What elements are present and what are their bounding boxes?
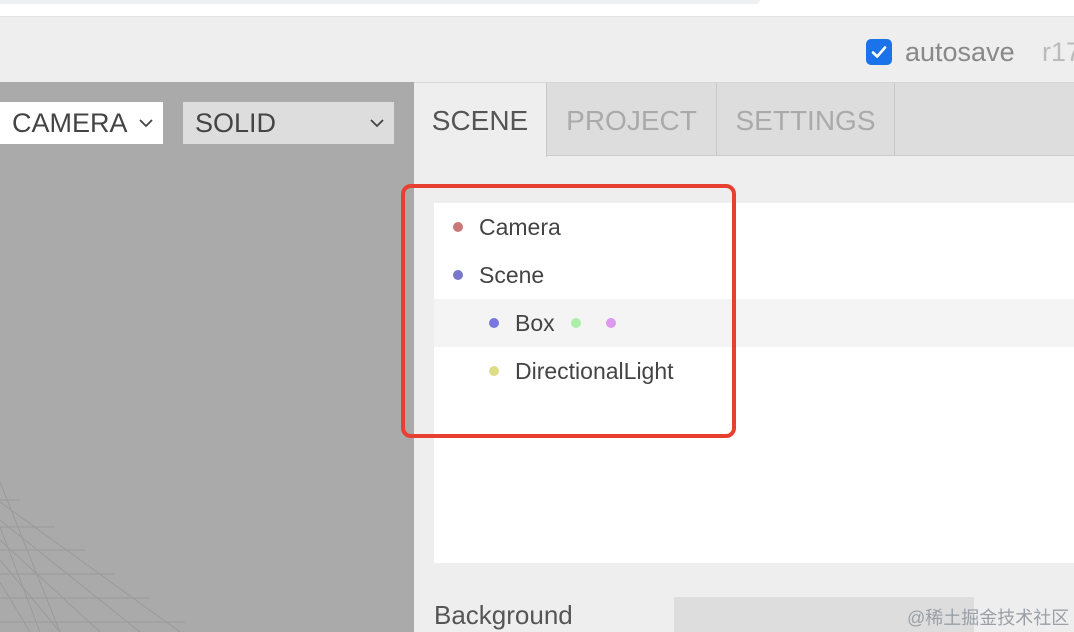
tabs-filler — [895, 83, 1074, 155]
autosave-checkbox[interactable] — [866, 39, 892, 65]
shading-select[interactable]: SOLID — [183, 102, 394, 144]
object-type-dot-icon — [453, 270, 463, 280]
watermark: @稀土掘金技术社区 — [907, 608, 1070, 628]
browser-top-strip — [0, 0, 1074, 17]
tab-settings[interactable]: SETTINGS — [717, 83, 895, 155]
outliner-item-label: Box — [515, 310, 555, 336]
chevron-down-icon — [370, 119, 384, 128]
geometry-dot-icon — [571, 318, 581, 328]
outliner-item-label: DirectionalLight — [515, 358, 674, 384]
chevron-down-icon — [139, 119, 153, 128]
checkmark-icon — [871, 46, 887, 58]
viewport[interactable]: CAMERA SOLID — [0, 82, 414, 632]
outliner-item-box[interactable]: Box — [434, 299, 1074, 347]
autosave-label: autosave — [905, 37, 1015, 67]
object-type-dot-icon — [489, 318, 499, 328]
menubar: autosave r17 — [0, 17, 1074, 82]
camera-select-value: CAMERA — [12, 108, 128, 138]
scene-outliner[interactable]: Camera Scene Box DirectionalLight — [434, 203, 1074, 563]
outliner-item-scene[interactable]: Scene — [434, 251, 1074, 299]
outliner-item-camera[interactable]: Camera — [434, 203, 1074, 251]
address-bar-edge — [0, 0, 760, 4]
object-type-dot-icon — [489, 366, 499, 376]
shading-select-value: SOLID — [195, 108, 277, 138]
sidebar-tabs: SCENE PROJECT SETTINGS — [414, 83, 1074, 157]
outliner-item-label: Scene — [479, 262, 545, 288]
tab-scene[interactable]: SCENE — [414, 83, 547, 157]
ground-grid — [0, 481, 185, 632]
tab-project[interactable]: PROJECT — [547, 83, 717, 155]
sidebar: SCENE PROJECT SETTINGS Camera Scene Box … — [414, 82, 1074, 632]
camera-select[interactable]: CAMERA — [0, 102, 163, 144]
background-label: Background — [434, 600, 573, 630]
object-type-dot-icon — [453, 222, 463, 232]
outliner-item-directionallight[interactable]: DirectionalLight — [434, 347, 1074, 395]
material-dot-icon — [606, 318, 616, 328]
outliner-item-label: Camera — [479, 214, 561, 240]
revision-label: r17 — [1042, 37, 1074, 67]
